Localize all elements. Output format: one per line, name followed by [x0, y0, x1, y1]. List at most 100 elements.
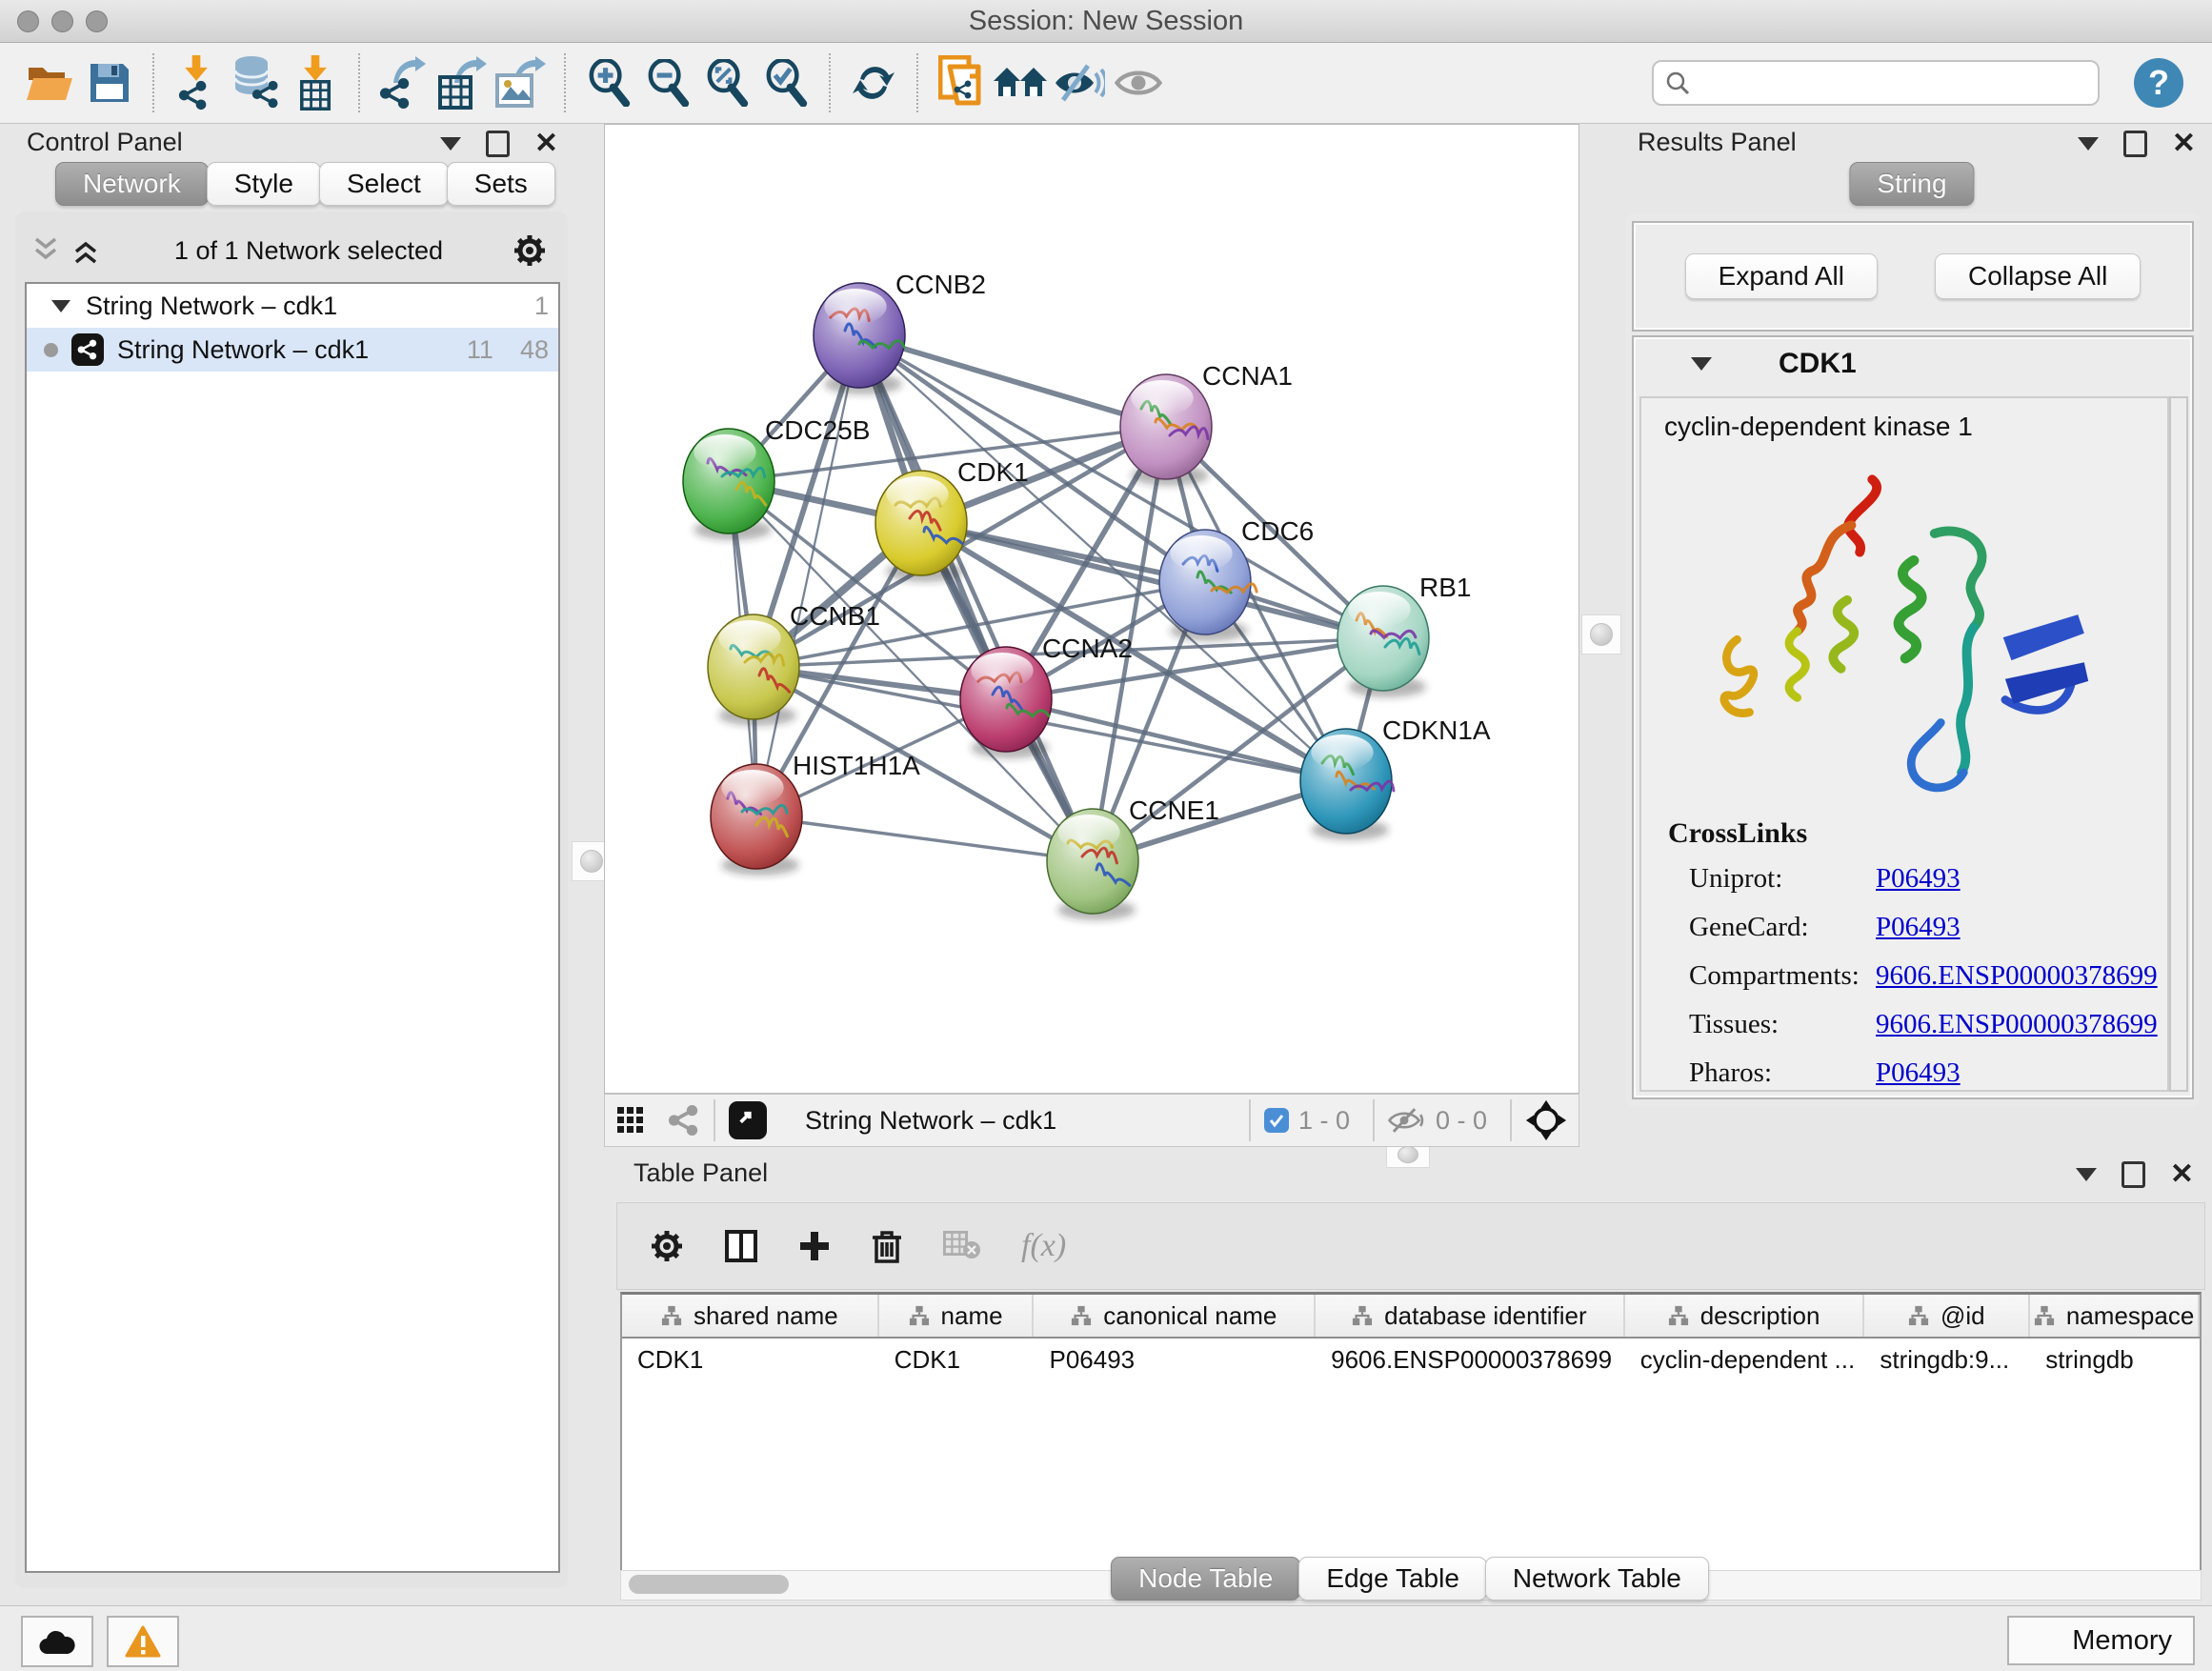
column-header-name[interactable]: name: [879, 1295, 1035, 1337]
network-edge[interactable]: [756, 816, 1093, 861]
expand-all-button[interactable]: Expand All: [1685, 253, 1878, 299]
export-network-button[interactable]: [373, 52, 432, 113]
crosslink-link[interactable]: 9606.ENSP00000378699: [1876, 960, 2158, 992]
right-splitter-handle[interactable]: [1581, 614, 1621, 654]
column-header-database-identifier[interactable]: database identifier: [1316, 1295, 1625, 1337]
column-header-description[interactable]: description: [1625, 1295, 1865, 1337]
network-node-CDC25B[interactable]: CDC25B: [683, 415, 870, 540]
help-button[interactable]: ?: [2132, 56, 2185, 110]
tab-select[interactable]: Select: [319, 162, 449, 206]
hidden-eye-icon[interactable]: [1388, 1107, 1426, 1134]
table-cell[interactable]: CDK1: [879, 1339, 1035, 1380]
column-type-icon: [661, 1305, 682, 1326]
panel-menu-icon[interactable]: [2076, 1168, 2097, 1181]
fit-selected-crosshair-icon[interactable]: [1525, 1099, 1567, 1141]
crosslink-link[interactable]: P06493: [1876, 1057, 1961, 1089]
close-panel-icon[interactable]: ✕: [534, 130, 558, 158]
table-cell[interactable]: CDK1: [622, 1339, 879, 1380]
selected-checkbox-icon[interactable]: [1264, 1108, 1289, 1133]
tab-network[interactable]: Network: [55, 162, 209, 206]
table-options-gear-icon[interactable]: [650, 1229, 684, 1263]
cdk1-entry-header[interactable]: CDK1: [1634, 337, 2192, 391]
float-panel-icon[interactable]: [2123, 131, 2147, 157]
tab-edge-table[interactable]: Edge Table: [1298, 1557, 1487, 1601]
crosslink-link[interactable]: P06493: [1876, 863, 1961, 895]
birdseye-grid-icon[interactable]: [616, 1104, 649, 1137]
close-panel-icon[interactable]: ✕: [2172, 130, 2196, 158]
string-network-graph[interactable]: CCNB2CCNA1CDC25BCDK1CDC6RB1CCNB1CCNA2CDK…: [605, 125, 1579, 1093]
network-selected-status: 1 of 1 Network selected: [105, 236, 513, 266]
tab-string[interactable]: String: [1849, 162, 1974, 206]
tab-node-table[interactable]: Node Table: [1111, 1557, 1300, 1601]
refresh-button[interactable]: [844, 52, 903, 113]
search-icon: [1665, 70, 1690, 95]
network-options-gear-icon[interactable]: [513, 233, 547, 268]
show-columns-icon[interactable]: [724, 1229, 758, 1263]
tab-style[interactable]: Style: [207, 162, 321, 206]
results-scrollbar[interactable]: [2169, 396, 2188, 1092]
network-node-CDC6[interactable]: CDC6: [1159, 516, 1314, 641]
zoom-fit-button[interactable]: [697, 52, 756, 113]
expand-all-icon[interactable]: [72, 236, 105, 265]
show-all-networks-button[interactable]: [991, 52, 1050, 113]
panel-menu-icon[interactable]: [2078, 137, 2099, 151]
network-node-CDKN1A[interactable]: CDKN1A: [1300, 715, 1491, 840]
panel-menu-icon[interactable]: [440, 137, 461, 151]
table-cell[interactable]: 9606.ENSP00000378699: [1316, 1339, 1625, 1380]
import-table-file-button[interactable]: [286, 52, 345, 113]
table-cell[interactable]: cyclin-dependent ...: [1625, 1339, 1865, 1380]
network-node-HIST1H1A[interactable]: HIST1H1A: [711, 751, 920, 876]
zoom-out-button[interactable]: [638, 52, 697, 113]
network-row[interactable]: String Network – cdk1 11 48: [27, 328, 558, 372]
memory-button[interactable]: Memory: [2007, 1616, 2195, 1665]
close-panel-icon[interactable]: ✕: [2170, 1160, 2194, 1189]
save-session-button[interactable]: [80, 52, 139, 113]
crosslink-link[interactable]: P06493: [1876, 912, 1961, 943]
open-in-window-icon[interactable]: [729, 1101, 767, 1139]
automation-cloud-button[interactable]: [21, 1616, 93, 1667]
network-edges[interactable]: [729, 335, 1383, 861]
table-cell[interactable]: stringdb: [2030, 1339, 2200, 1380]
export-table-button[interactable]: [432, 52, 492, 113]
float-panel-icon[interactable]: [486, 131, 510, 157]
add-column-icon[interactable]: [798, 1230, 831, 1262]
network-node-RB1[interactable]: RB1: [1337, 573, 1471, 697]
network-collection-row[interactable]: String Network – cdk1 1: [27, 284, 558, 328]
open-session-button[interactable]: [21, 52, 80, 113]
network-edge[interactable]: [859, 335, 1166, 427]
crosslink-link[interactable]: 9606.ENSP00000378699: [1876, 1009, 2158, 1040]
clone-network-button[interactable]: [932, 52, 991, 113]
hide-selected-button[interactable]: [1050, 52, 1109, 113]
import-network-database-button[interactable]: [227, 52, 286, 113]
collection-expand-icon[interactable]: [51, 300, 70, 312]
network-edge[interactable]: [859, 335, 1093, 861]
entry-collapse-icon[interactable]: [1691, 357, 1712, 371]
zoom-in-button[interactable]: [579, 52, 638, 113]
tab-network-table[interactable]: Network Table: [1485, 1557, 1709, 1601]
delete-column-icon[interactable]: [871, 1229, 903, 1263]
network-node-CCNE1[interactable]: CCNE1: [1047, 795, 1219, 920]
column-header-namespace[interactable]: namespace: [2030, 1295, 2200, 1337]
collapse-all-button[interactable]: Collapse All: [1935, 253, 2141, 299]
tab-sets[interactable]: Sets: [447, 162, 555, 206]
table-row[interactable]: CDK1CDK1P064939606.ENSP00000378699cyclin…: [622, 1339, 2200, 1380]
network-edge[interactable]: [756, 335, 859, 816]
float-panel-icon[interactable]: [2122, 1161, 2145, 1188]
export-image-button[interactable]: [492, 52, 551, 113]
zoom-selected-button[interactable]: [756, 52, 815, 113]
warnings-button[interactable]: [107, 1616, 179, 1667]
table-cell[interactable]: stringdb:9...: [1864, 1339, 2030, 1380]
column-header-shared-name[interactable]: shared name: [622, 1295, 879, 1337]
table-cell[interactable]: P06493: [1034, 1339, 1316, 1380]
search-input[interactable]: [1699, 68, 2086, 99]
show-hidden-button[interactable]: [1109, 52, 1168, 113]
column-header-canonical-name[interactable]: canonical name: [1034, 1295, 1316, 1337]
network-node-CCNB2[interactable]: CCNB2: [814, 270, 986, 394]
network-node-CCNA2[interactable]: CCNA2: [960, 634, 1133, 758]
network-share-icon[interactable]: [668, 1104, 700, 1137]
application-window: Session: New Session: [0, 0, 2212, 1671]
column-header-id[interactable]: @id: [1864, 1295, 2030, 1337]
network-canvas[interactable]: CCNB2CCNA1CDC25BCDK1CDC6RB1CCNB1CCNA2CDK…: [604, 124, 1579, 1094]
collapse-all-icon[interactable]: [32, 236, 65, 265]
import-network-file-button[interactable]: [168, 52, 227, 113]
